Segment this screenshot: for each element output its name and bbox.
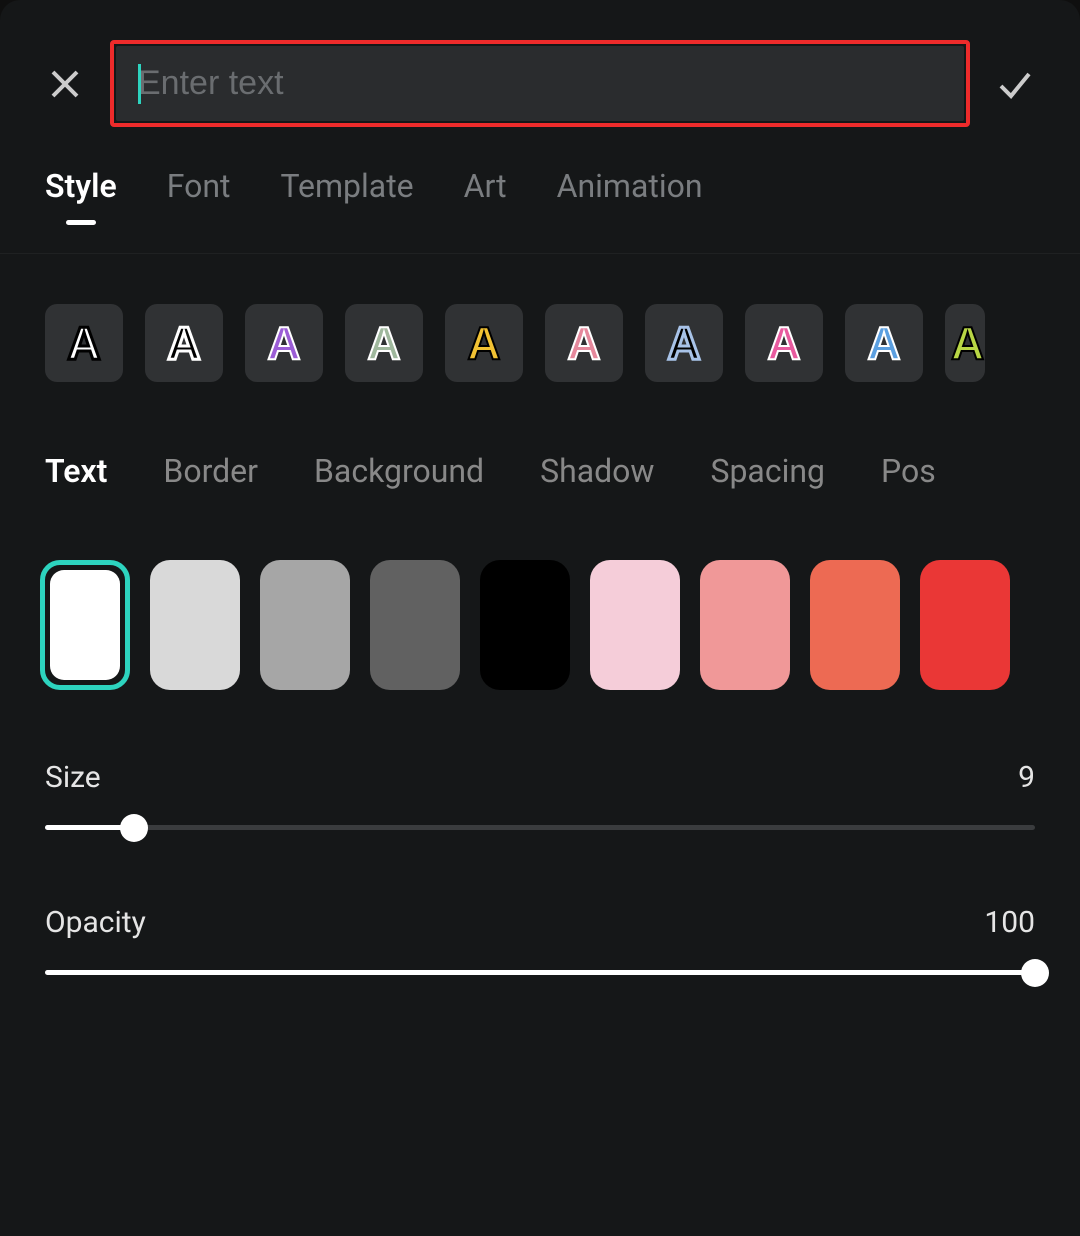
close-icon (45, 64, 85, 104)
sub-tab-background[interactable]: Background (314, 452, 484, 490)
color-swatch-lightgray[interactable] (150, 560, 240, 690)
color-swatch-coral[interactable] (810, 560, 900, 690)
tab-template[interactable]: Template (280, 167, 413, 223)
sub-tab-spacing[interactable]: Spacing (710, 452, 825, 490)
color-swatch-black[interactable] (480, 560, 570, 690)
sub-tab-border[interactable]: Border (163, 452, 258, 490)
tab-animation[interactable]: Animation (557, 167, 703, 223)
tab-font[interactable]: Font (167, 167, 231, 223)
preset-3[interactable]: A (245, 304, 323, 382)
opacity-slider-section: Opacity 100 (0, 850, 1080, 995)
size-slider-thumb[interactable] (120, 814, 148, 842)
tab-art[interactable]: Art (464, 167, 507, 223)
size-label: Size (45, 760, 101, 795)
text-input[interactable] (116, 46, 964, 121)
main-tabs: Style Font Template Art Animation (0, 167, 1080, 254)
text-edit-panel: Style Font Template Art Animation A A A … (0, 0, 1080, 1236)
color-swatch-red[interactable] (920, 560, 1010, 690)
size-slider-section: Size 9 (0, 730, 1080, 850)
color-swatch-lightpink[interactable] (590, 560, 680, 690)
tab-style[interactable]: Style (45, 167, 117, 223)
size-value: 9 (1018, 760, 1035, 795)
color-swatch-gray[interactable] (260, 560, 350, 690)
style-sub-tabs: Text Border Background Shadow Spacing Po… (0, 432, 1080, 530)
preset-5[interactable]: A (445, 304, 523, 382)
size-slider[interactable] (45, 825, 1035, 830)
opacity-slider[interactable] (45, 970, 1035, 975)
text-input-highlight (110, 40, 970, 127)
check-icon (995, 64, 1035, 104)
color-swatch-salmon[interactable] (700, 560, 790, 690)
sub-tab-position[interactable]: Pos (881, 452, 936, 490)
preset-1[interactable]: A (45, 304, 123, 382)
opacity-label: Opacity (45, 905, 146, 940)
header-bar (0, 40, 1080, 167)
opacity-slider-thumb[interactable] (1021, 959, 1049, 987)
preset-10[interactable]: A (945, 304, 985, 382)
preset-8[interactable]: A (745, 304, 823, 382)
sub-tab-shadow[interactable]: Shadow (540, 452, 654, 490)
preset-4[interactable]: A (345, 304, 423, 382)
color-swatch-white[interactable] (40, 560, 130, 690)
color-swatch-darkgray[interactable] (370, 560, 460, 690)
style-presets-row: A A A A A A A A A A (0, 254, 1080, 432)
opacity-value: 100 (984, 905, 1035, 940)
preset-7[interactable]: A (645, 304, 723, 382)
preset-6[interactable]: A (545, 304, 623, 382)
text-cursor (138, 64, 141, 104)
preset-2[interactable]: A (145, 304, 223, 382)
sub-tab-text[interactable]: Text (45, 452, 107, 490)
close-button[interactable] (40, 59, 90, 109)
preset-9[interactable]: A (845, 304, 923, 382)
confirm-button[interactable] (990, 59, 1040, 109)
color-swatches-row (0, 530, 1080, 730)
